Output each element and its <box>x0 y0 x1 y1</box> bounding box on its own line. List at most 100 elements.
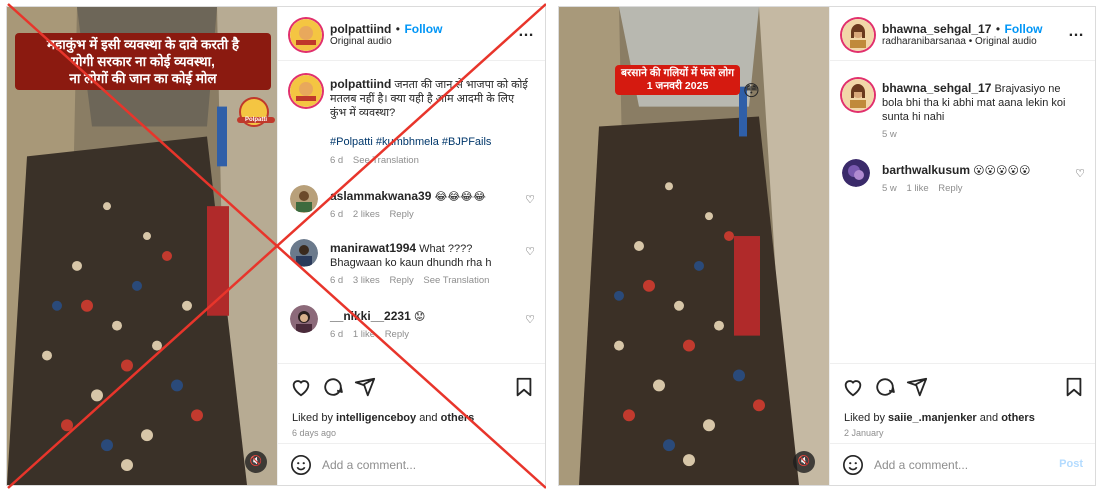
comment-likes[interactable]: 2 likes <box>353 209 380 220</box>
bookmark-icon[interactable] <box>1063 376 1085 398</box>
comment-time: 5 w <box>882 183 897 194</box>
instagram-post-right: बरसाने की गलियों में फंसे लोग 1 जनवरी 20… <box>558 6 1096 486</box>
comment-like-icon[interactable]: ♡ <box>525 245 535 258</box>
comment-like-icon[interactable]: ♡ <box>525 193 535 206</box>
post-sidebar: polpattiind • Follow Original audio … po… <box>277 7 545 485</box>
comment-icon[interactable] <box>322 376 344 398</box>
caption-avatar[interactable] <box>290 75 322 107</box>
caption-time: 5 w <box>882 129 897 140</box>
audio-subtitle[interactable]: radharanibarsanaa • Original audio <box>882 36 1037 47</box>
comment-input[interactable]: Add a comment... <box>874 458 968 472</box>
comment-row: barthwalkusum 😮😮😮😮😮 <box>882 163 1030 178</box>
liked-user[interactable]: saiie_.manjenker <box>888 412 977 424</box>
see-translation-link[interactable]: See Translation <box>353 155 419 166</box>
overlay-caption-banner: बरसाने की गलियों में फंसे लोग 1 जनवरी 20… <box>615 65 741 95</box>
caption-meta: 6 d See Translation <box>330 155 426 166</box>
comment-like-icon[interactable]: ♡ <box>525 313 535 326</box>
comment-time: 6 d <box>330 329 344 340</box>
comment-text-line2: Bhagwaan ko kaun dhundh rha h <box>330 257 492 269</box>
more-options-icon[interactable]: … <box>1068 23 1085 41</box>
post-video[interactable]: महाकुंभ में इसी व्यवस्था के दावे करती है… <box>7 7 277 485</box>
separator-dot: • <box>395 22 400 36</box>
comment-icon[interactable] <box>874 376 896 398</box>
comment-time: 6 d <box>330 275 344 286</box>
liked-others[interactable]: others <box>441 412 475 424</box>
comment-text: What ???? <box>419 243 473 255</box>
comment-likes[interactable]: 3 likes <box>353 275 380 286</box>
comment-time: 6 d <box>330 209 344 220</box>
polpatti-logo: Polpatti <box>237 97 275 127</box>
comment-row: __nikki__2231 😟 <box>330 309 425 324</box>
comment-meta: 6 d 2 likes Reply <box>330 209 421 220</box>
comment-username[interactable]: __nikki__2231 <box>330 309 411 323</box>
instagram-post-left: महाकुंभ में इसी व्यवस्था के दावे करती है… <box>6 6 546 486</box>
action-bar: Liked by intelligenceboy and others 6 da… <box>278 363 545 445</box>
liked-prefix: Liked by <box>844 412 885 424</box>
more-options-icon[interactable]: … <box>518 23 535 41</box>
caption-avatar[interactable] <box>842 79 874 111</box>
comment-input[interactable]: Add a comment... <box>322 458 416 472</box>
comment-avatar[interactable] <box>290 239 318 267</box>
liked-by: Liked by saiie_.manjenker and others <box>844 412 1035 424</box>
comment-meta: 6 d 3 likes Reply See Translation <box>330 275 496 286</box>
caption: polpattiind जनता की जान से भाजपा को कोई … <box>330 77 530 120</box>
heart-icon[interactable] <box>842 376 864 398</box>
action-bar: Liked by saiie_.manjenker and others 2 J… <box>830 363 1095 445</box>
liked-by: Liked by intelligenceboy and others <box>292 412 474 424</box>
comment-avatar[interactable] <box>290 305 318 333</box>
comment-avatar[interactable] <box>842 159 870 187</box>
logo-text: Polpatti <box>237 117 275 123</box>
separator-dot: • <box>995 22 1001 36</box>
overlay-emoji: 😳 <box>743 83 760 100</box>
header-username[interactable]: bhawna_sehgal_17 <box>882 22 991 36</box>
heart-icon[interactable] <box>290 376 312 398</box>
follow-button[interactable]: Follow <box>404 22 442 36</box>
avatar[interactable] <box>290 19 322 51</box>
caption-hashtags[interactable]: #Polpatti #kumbhmela #BJPFails <box>330 136 491 148</box>
overlay-line: ना लोगों की जान का कोई मोल <box>69 71 217 86</box>
liked-prefix: Liked by <box>292 412 333 424</box>
see-translation-link[interactable]: See Translation <box>423 275 489 286</box>
reply-link[interactable]: Reply <box>385 329 409 340</box>
header-username[interactable]: polpattiind <box>330 22 391 36</box>
comment-likes[interactable]: 1 like <box>353 329 375 340</box>
comment-like-icon[interactable]: ♡ <box>1075 167 1085 180</box>
post-sidebar: bhawna_sehgal_17 • Follow radharanibarsa… <box>829 7 1095 485</box>
share-icon[interactable] <box>906 376 928 398</box>
liked-others[interactable]: others <box>1001 412 1035 424</box>
comment-row: aslammakwana39 😂😂😂😂 <box>330 189 486 204</box>
bookmark-icon[interactable] <box>513 376 535 398</box>
comment-avatar[interactable] <box>290 185 318 213</box>
mute-icon[interactable]: 🔇 <box>793 451 815 473</box>
reply-link[interactable]: Reply <box>389 275 413 286</box>
mute-icon[interactable]: 🔇 <box>245 451 267 473</box>
share-icon[interactable] <box>354 376 376 398</box>
overlay-line: योगी सरकार ना कोई व्यवस्था, <box>71 54 215 69</box>
overlay-line: 1 जनवरी 2025 <box>646 80 709 92</box>
comment-username[interactable]: aslammakwana39 <box>330 189 431 203</box>
post-video[interactable]: बरसाने की गलियों में फंसे लोग 1 जनवरी 20… <box>559 7 829 485</box>
reply-link[interactable]: Reply <box>389 209 413 220</box>
avatar[interactable] <box>842 19 874 51</box>
comment-text: 😮😮😮😮😮 <box>973 165 1031 177</box>
emoji-icon[interactable] <box>290 454 312 476</box>
overlay-caption-banner: महाकुंभ में इसी व्यवस्था के दावे करती है… <box>15 33 271 90</box>
post-date: 2 January <box>844 428 884 438</box>
emoji-icon[interactable] <box>842 454 864 476</box>
add-comment-bar: Add a comment... Post <box>830 443 1095 485</box>
comment-meta: 6 d 1 like Reply <box>330 329 416 340</box>
comment-username[interactable]: manirawat1994 <box>330 241 416 255</box>
overlay-line: महाकुंभ में इसी व्यवस्था के दावे करती है <box>46 37 240 52</box>
follow-button[interactable]: Follow <box>1005 22 1043 36</box>
comment-likes[interactable]: 1 like <box>906 183 928 194</box>
comment-row: manirawat1994 What ???? Bhagwaan ko kaun… <box>330 241 530 270</box>
caption-username[interactable]: bhawna_sehgal_17 <box>882 81 991 95</box>
comment-username[interactable]: barthwalkusum <box>882 163 970 177</box>
liked-user[interactable]: intelligenceboy <box>336 412 416 424</box>
post-comment-button[interactable]: Post <box>1059 458 1083 470</box>
caption-username[interactable]: polpattiind <box>330 77 391 91</box>
post-header: bhawna_sehgal_17 • Follow radharanibarsa… <box>830 7 1095 61</box>
reply-link[interactable]: Reply <box>938 183 962 194</box>
comment-text: 😂😂😂😂 <box>434 191 486 203</box>
audio-subtitle[interactable]: Original audio <box>330 36 392 47</box>
